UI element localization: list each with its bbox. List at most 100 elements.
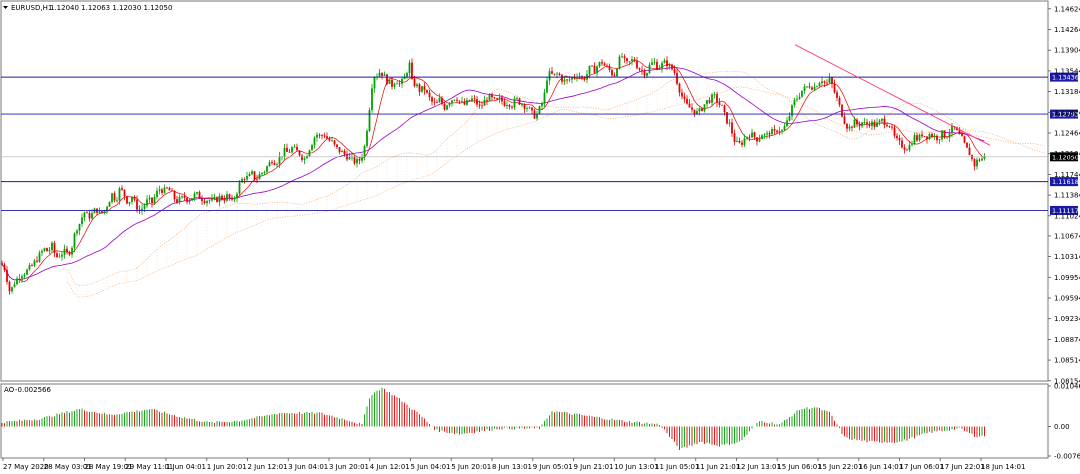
candle-body	[588, 65, 591, 75]
candle-body	[416, 84, 418, 87]
candle-body	[793, 99, 796, 106]
candle-body	[876, 122, 878, 127]
candle-body	[216, 197, 218, 203]
candle-body	[543, 92, 546, 104]
candle-body	[516, 98, 518, 100]
candle-body	[698, 108, 701, 112]
price-chart[interactable]: EURUSD,H1 1.12040 1.12063 1.12030 1.1205…	[0, 0, 1080, 474]
candle-body	[296, 146, 298, 151]
x-tick-label: 16 Jun 14:01	[859, 463, 903, 471]
candle-body	[631, 59, 633, 62]
candle-body	[213, 197, 216, 199]
candle-body	[468, 100, 471, 102]
candle-body	[708, 100, 711, 103]
candle-body	[356, 159, 358, 164]
candle-body	[943, 130, 946, 138]
candle-body	[706, 100, 708, 105]
candle-body	[203, 201, 206, 204]
candle-body	[436, 102, 438, 104]
candle-body	[893, 127, 896, 136]
x-tick-label: 12 Jun 13:01	[737, 463, 781, 471]
candle-body	[363, 146, 366, 158]
candle-body	[178, 197, 181, 203]
candle-body	[293, 146, 296, 148]
candle-body	[561, 75, 563, 82]
candle-body	[518, 98, 521, 105]
candle-body	[23, 274, 26, 277]
candle-body	[888, 126, 891, 128]
candle-body	[298, 150, 301, 156]
candle-body	[126, 196, 128, 204]
x-tick-label: 10 Jun 13:01	[614, 463, 658, 471]
candle-body	[48, 250, 51, 252]
candle-body	[476, 99, 478, 105]
candle-body	[763, 134, 766, 136]
candle-body	[753, 132, 756, 138]
candle-body	[571, 77, 573, 80]
candle-body	[233, 198, 236, 200]
candle-body	[478, 104, 481, 106]
candle-body	[653, 61, 656, 63]
candle-body	[393, 83, 396, 87]
x-tick-label: 4 Jun 12:01	[370, 463, 410, 471]
candle-body	[486, 100, 488, 101]
candle-body	[841, 104, 843, 117]
candle-body	[916, 135, 918, 141]
candle-body	[328, 138, 331, 141]
candle-body	[821, 81, 823, 84]
candle-body	[91, 213, 93, 219]
candle-body	[871, 121, 873, 127]
candle-body	[133, 197, 136, 200]
candle-body	[151, 197, 153, 204]
candle-body	[53, 242, 56, 254]
candle-body	[73, 233, 76, 248]
candle-body	[811, 87, 813, 90]
candle-body	[651, 62, 653, 65]
candle-body	[408, 62, 411, 74]
candle-body	[123, 189, 126, 197]
candle-body	[926, 136, 928, 140]
candle-body	[958, 130, 961, 135]
candle-body	[883, 118, 886, 125]
candle-body	[731, 122, 733, 134]
candle-body	[373, 77, 376, 89]
candle-body	[386, 74, 388, 84]
candle-body	[598, 61, 601, 67]
candle-body	[28, 265, 31, 270]
candle-body	[593, 65, 596, 74]
candle-body	[16, 278, 18, 285]
candle-body	[223, 199, 226, 201]
candle-body	[128, 201, 131, 204]
candle-body	[173, 190, 176, 200]
candle-body	[336, 144, 338, 148]
candle-body	[306, 156, 308, 159]
candle-body	[276, 163, 278, 165]
candle-body	[286, 147, 288, 152]
y-tick-label: 1.09594	[1054, 294, 1080, 302]
candle-body	[21, 276, 23, 279]
candle-body	[41, 250, 43, 253]
candle-body	[616, 68, 618, 77]
candle-body	[728, 122, 731, 124]
header-info: EURUSD,H1 1.12040 1.12063 1.12030 1.1205…	[3, 4, 172, 12]
candle-body	[881, 118, 883, 121]
candle-body	[918, 134, 921, 141]
candle-body	[188, 200, 191, 203]
candle-body	[531, 107, 533, 111]
candle-body	[358, 159, 361, 161]
candle-body	[901, 140, 903, 148]
candle-body	[193, 193, 196, 199]
candle-body	[613, 75, 616, 77]
candle-body	[318, 134, 321, 136]
candle-body	[248, 174, 251, 177]
candle-body	[981, 158, 983, 161]
candle-body	[938, 139, 941, 141]
candle-body	[863, 122, 866, 124]
candle-body	[603, 63, 606, 66]
candle-body	[238, 182, 241, 194]
candle-body	[941, 130, 943, 140]
candle-body	[456, 99, 458, 101]
candle-body	[966, 142, 968, 148]
candle-body	[181, 196, 183, 198]
candle-body	[396, 83, 398, 85]
